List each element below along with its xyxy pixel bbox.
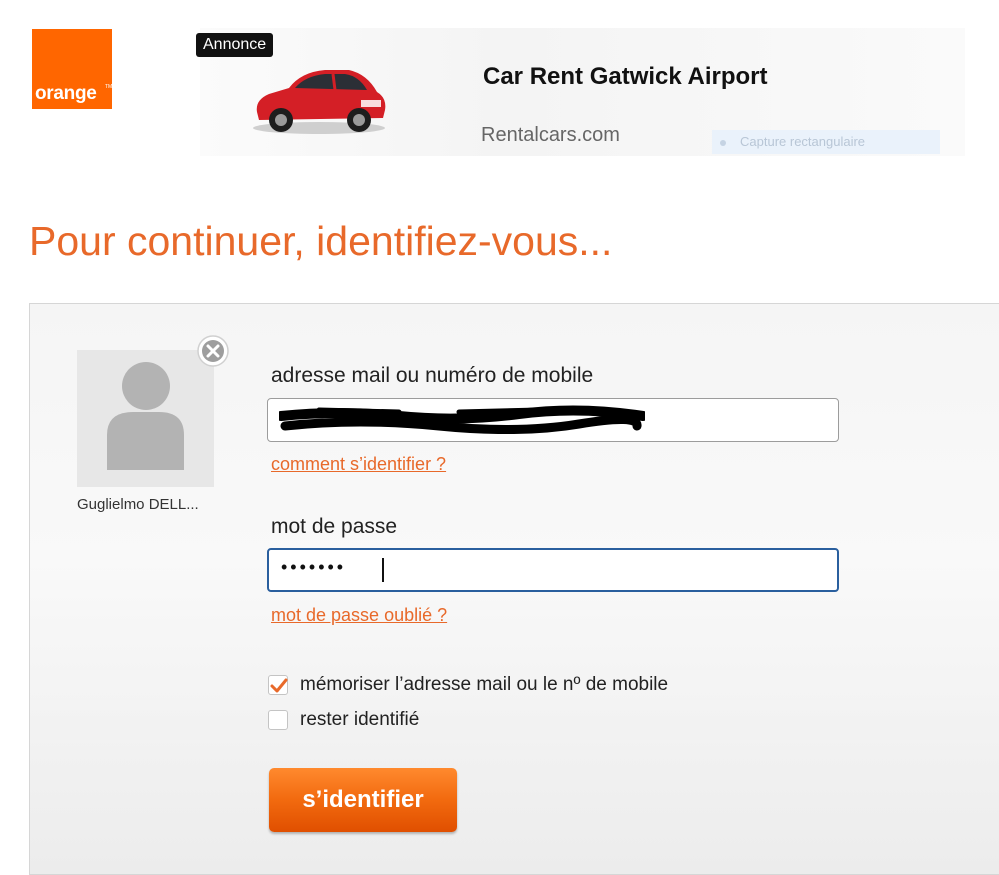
password-mask: ••••••• [281, 557, 347, 577]
remember-option[interactable]: mémoriser l’adresse mail ou le nº de mob… [268, 673, 668, 697]
stay-signed-in-label: rester identifié [300, 709, 420, 730]
car-image [253, 70, 386, 134]
help-link[interactable]: comment s’identifier ? [271, 454, 446, 475]
overlay-dot-icon [720, 139, 726, 146]
ad-badge: Annonce [196, 33, 274, 57]
avatar [77, 350, 214, 487]
page-title: Pour continuer, identifiez-vous... [29, 218, 613, 264]
stay-signed-in-option[interactable]: rester identifié [268, 708, 419, 732]
password-field[interactable] [267, 548, 839, 592]
logo-text: orange [35, 83, 97, 104]
forgot-password-link[interactable]: mot de passe oublié ? [271, 605, 447, 626]
logo-trademark: TM [105, 84, 113, 90]
screen-capture-overlay: Capture rectangulaire [712, 130, 940, 154]
sign-in-button[interactable]: s’identifier [269, 768, 457, 832]
account-name: Guglielmo DELL... [77, 496, 199, 513]
remember-label: mémoriser l’adresse mail ou le nº de mob… [300, 674, 669, 695]
ad-title[interactable]: Car Rent Gatwick Airport [483, 63, 768, 91]
remember-checkbox[interactable] [268, 675, 288, 695]
text-caret [382, 558, 384, 582]
checkmark-icon [270, 678, 288, 693]
stay-signed-in-checkbox[interactable] [268, 710, 288, 730]
email-label: adresse mail ou numéro de mobile [271, 364, 594, 387]
user-silhouette-icon [107, 362, 184, 470]
password-label: mot de passe [271, 515, 398, 538]
orange-logo[interactable]: orange TM [32, 29, 112, 109]
overlay-text: Capture rectangulaire [740, 134, 866, 149]
redaction-scribble [279, 405, 645, 434]
remove-account-icon[interactable] [196, 334, 230, 368]
ad-source[interactable]: Rentalcars.com [481, 124, 620, 147]
